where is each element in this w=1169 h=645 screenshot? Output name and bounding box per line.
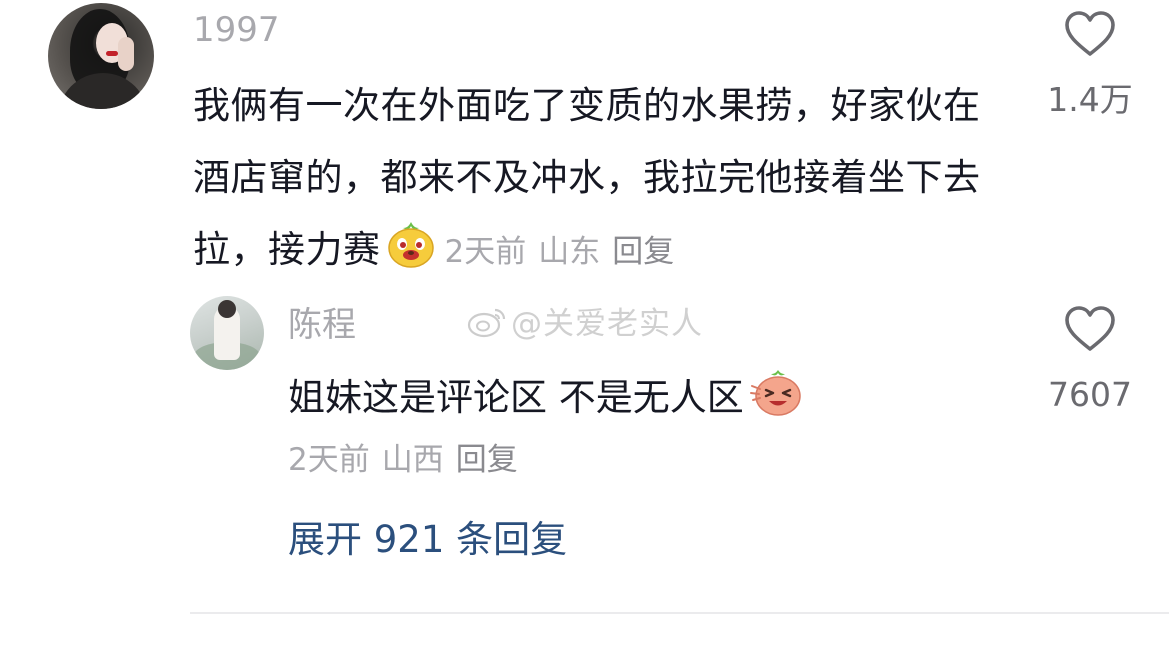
reply-meta: 2天前 山西 回复 (288, 440, 530, 480)
avatar-head (218, 300, 236, 318)
reply-body: 姐妹这是评论区 不是无人区 (288, 376, 744, 419)
reply-text[interactable]: 姐妹这是评论区 不是无人区 (288, 366, 804, 431)
heart-icon (1065, 11, 1115, 56)
reply-like-count: 7607 (1048, 375, 1132, 414)
reply-like-button[interactable]: 7607 (1040, 305, 1140, 415)
comment-location: 山东 (538, 234, 601, 270)
avatar-hand (118, 37, 134, 71)
like-count: 1.4万 (1047, 80, 1133, 119)
reply-location: 山西 (381, 442, 444, 478)
heart-icon (1065, 306, 1115, 351)
reply-reply-button[interactable]: 回复 (456, 442, 518, 478)
divider (190, 612, 1169, 614)
laughing-emoji-icon (748, 366, 804, 431)
like-button[interactable]: 1.4万 (1040, 10, 1140, 120)
comment-time: 2天前 (444, 234, 527, 270)
weibo-logo-icon (467, 306, 507, 347)
comment-meta: 2天前 山东 回复 (445, 234, 687, 270)
reply-username[interactable]: 陈程 (288, 305, 356, 345)
comment-text[interactable]: 我俩有一次在外面吃了变质的水果捞，好家伙在酒店窜的，都来不及冲水，我拉完他接着坐… (193, 70, 1013, 294)
reply-avatar[interactable] (190, 296, 264, 370)
comment-username[interactable]: 1997 (193, 10, 280, 50)
comment-reply-button[interactable]: 回复 (612, 234, 674, 270)
emoji-icon (385, 218, 437, 294)
avatar[interactable] (48, 3, 154, 109)
avatar-lip (106, 51, 118, 56)
watermark-text: @关爱老实人 (511, 306, 703, 342)
avatar-body (58, 73, 148, 109)
expand-replies-button[interactable]: 展开 921 条回复 (288, 518, 567, 562)
watermark: @关爱老实人 (467, 305, 703, 347)
reply-time: 2天前 (288, 442, 370, 478)
